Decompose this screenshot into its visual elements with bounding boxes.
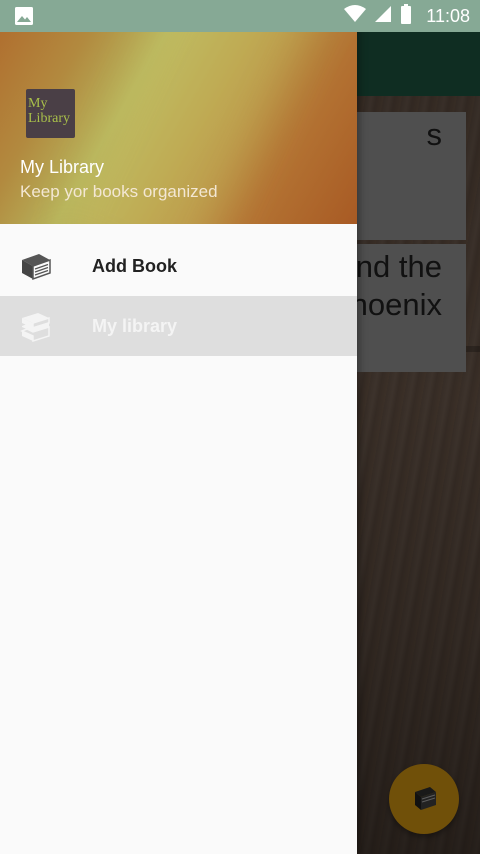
- status-bar: 11:08: [0, 0, 480, 32]
- drawer-subtitle: Keep yor books organized: [20, 182, 218, 201]
- battery-icon: [400, 3, 412, 29]
- logo-line1: My: [28, 96, 48, 111]
- status-time: 11:08: [426, 5, 470, 26]
- drawer-header: My Library My Library Keep yor books org…: [0, 0, 357, 224]
- book-icon: [20, 250, 52, 282]
- navigation-drawer: My Library My Library Keep yor books org…: [0, 0, 357, 854]
- logo-line2: Library: [28, 111, 70, 126]
- cell-signal-icon: [374, 5, 392, 28]
- books-stack-icon: [20, 310, 52, 343]
- menu-item-label: My library: [92, 315, 178, 336]
- menu-item-label: Add Book: [92, 255, 177, 276]
- app-logo: My Library: [26, 89, 75, 138]
- menu-item-add-book[interactable]: Add Book: [0, 236, 357, 296]
- drawer-title: My Library: [20, 157, 105, 177]
- image-notification-icon: [14, 6, 34, 31]
- wifi-icon: [344, 4, 367, 28]
- menu-item-my-library[interactable]: My library: [0, 296, 357, 356]
